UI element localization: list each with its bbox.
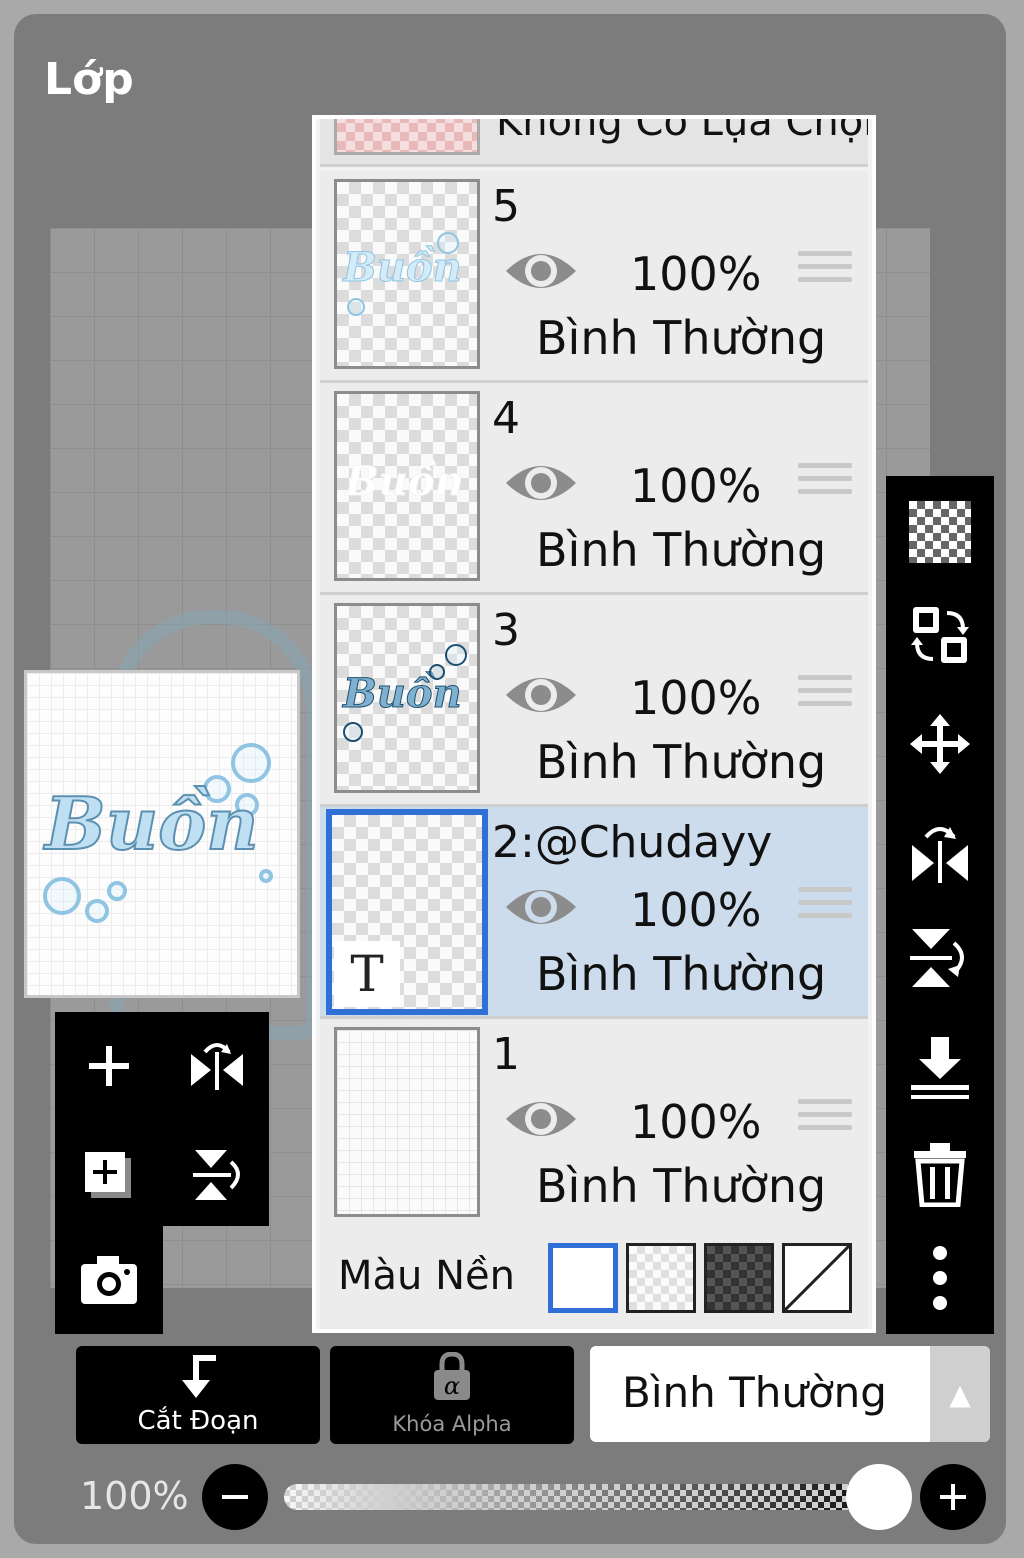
svg-text:α: α — [444, 1372, 460, 1400]
flip-horizontal-icon[interactable] — [163, 1012, 271, 1120]
preview-art-text: Buồn — [44, 780, 260, 867]
text-layer-badge: T — [334, 941, 400, 1007]
thumbnail-art: Buồn — [343, 670, 463, 718]
layer-name: 2:@Chudayy — [492, 817, 773, 868]
bubble-shape — [343, 722, 363, 742]
selection-layer-thumbnail — [334, 119, 480, 155]
blend-mode-value: Bình Thường — [622, 1368, 887, 1417]
layer-thumbnail: T — [326, 809, 488, 1015]
selection-layer-label: Không Có Lựa Chọn — [496, 119, 868, 145]
background-none-swatch[interactable] — [782, 1243, 852, 1313]
plus-icon — [940, 1484, 966, 1510]
bubble-shape — [259, 869, 273, 883]
visibility-eye-icon[interactable] — [504, 1095, 578, 1143]
alpha-lock-button[interactable]: α Khóa Alpha — [330, 1346, 574, 1444]
layer-blend-mode: Bình Thường — [536, 947, 827, 1001]
background-dark-checker-swatch[interactable] — [704, 1243, 774, 1313]
drag-handle-icon[interactable] — [798, 1099, 852, 1143]
swap-layers-icon[interactable] — [886, 584, 994, 688]
panel-title: Lớp — [44, 54, 134, 105]
drag-handle-icon[interactable] — [798, 675, 852, 719]
layer-blend-mode: Bình Thường — [536, 1159, 827, 1213]
drag-handle-icon[interactable] — [798, 887, 852, 931]
more-icon[interactable] — [886, 1226, 994, 1330]
background-light-checker-swatch[interactable] — [626, 1243, 696, 1313]
rotate-flip-vertical-icon[interactable] — [886, 906, 994, 1010]
bubble-shape — [445, 644, 467, 666]
camera-icon[interactable] — [55, 1226, 163, 1334]
bubble-shape — [43, 877, 81, 915]
selection-layer-row[interactable]: Không Có Lựa Chọn — [320, 119, 868, 167]
layer-list: Không Có Lựa Chọn Buồn 5 100% Bình Thườn… — [312, 115, 876, 1333]
minus-icon — [222, 1495, 248, 1499]
opacity-decrease-button[interactable] — [202, 1464, 268, 1530]
left-toolbar-bottom — [55, 1226, 163, 1334]
chevron-up-icon: ▲ — [930, 1346, 990, 1442]
opacity-slider-knob[interactable] — [846, 1464, 912, 1530]
trash-icon[interactable] — [886, 1122, 994, 1226]
background-color-label: Màu Nền — [338, 1253, 515, 1299]
layer-thumbnail: Buồn — [334, 603, 480, 793]
alpha-lock-label: Khóa Alpha — [392, 1412, 512, 1436]
opacity-value: 100% — [80, 1474, 189, 1518]
thumbnail-art: Buồn — [345, 458, 465, 506]
visibility-eye-icon[interactable] — [504, 671, 578, 719]
layer-opacity: 100% — [630, 671, 762, 725]
blend-mode-select[interactable]: Bình Thường ▲ — [590, 1346, 990, 1442]
clip-arrow-icon — [182, 1355, 216, 1398]
layer-opacity: 100% — [630, 247, 762, 301]
layer-opacity: 100% — [630, 883, 762, 937]
rotate-flip-horizontal-icon[interactable] — [886, 800, 994, 904]
layer-row-selected[interactable]: T 2:@Chudayy 100% Bình Thường — [320, 807, 868, 1019]
bubble-shape — [85, 899, 109, 923]
bubble-shape — [107, 881, 127, 901]
layer-blend-mode: Bình Thường — [536, 311, 827, 365]
layer-name: 4 — [492, 393, 520, 444]
layer-name: 5 — [492, 181, 520, 232]
layer-row[interactable]: Buồn 3 100% Bình Thường — [320, 595, 868, 807]
merge-down-icon[interactable] — [886, 1016, 994, 1120]
layer-name: 3 — [492, 605, 520, 656]
add-layer-icon[interactable] — [55, 1012, 163, 1120]
drag-handle-icon[interactable] — [798, 463, 852, 507]
opacity-increase-button[interactable] — [920, 1464, 986, 1530]
layer-thumbnail — [334, 1027, 480, 1217]
bubble-shape — [429, 664, 445, 680]
canvas-preview[interactable]: Buồn — [24, 670, 300, 998]
bubble-shape — [347, 298, 365, 316]
clipping-button[interactable]: Cắt Đoạn — [76, 1346, 320, 1444]
visibility-eye-icon[interactable] — [504, 247, 578, 295]
layer-thumbnail: Buồn — [334, 391, 480, 581]
layer-opacity: 100% — [630, 459, 762, 513]
layer-row[interactable]: 1 100% Bình Thường — [320, 1019, 868, 1231]
transparency-icon[interactable] — [886, 480, 994, 584]
move-icon[interactable] — [886, 692, 994, 796]
flip-vertical-icon[interactable] — [163, 1120, 271, 1228]
opacity-slider-track[interactable] — [284, 1484, 884, 1510]
layer-name: 1 — [492, 1029, 520, 1080]
background-white-swatch[interactable] — [548, 1243, 618, 1313]
bubble-shape — [437, 232, 459, 254]
layer-blend-mode: Bình Thường — [536, 523, 827, 577]
lock-icon: α — [434, 1352, 470, 1400]
drag-handle-icon[interactable] — [798, 251, 852, 295]
clipping-label: Cắt Đoạn — [137, 1406, 259, 1436]
bubble-shape — [231, 743, 271, 783]
layer-blend-mode: Bình Thường — [536, 735, 827, 789]
right-toolbar — [886, 476, 994, 1334]
layer-row[interactable]: Buồn 4 100% Bình Thường — [320, 383, 868, 595]
visibility-eye-icon[interactable] — [504, 459, 578, 507]
layer-thumbnail: Buồn — [334, 179, 480, 369]
layer-row[interactable]: Buồn 5 100% Bình Thường — [320, 171, 868, 383]
visibility-eye-icon[interactable] — [504, 883, 578, 931]
left-toolbar — [55, 1012, 269, 1226]
background-color-row: Màu Nền — [320, 1223, 868, 1329]
add-copy-layer-icon[interactable] — [55, 1120, 163, 1228]
app-screen: Lớp Buồn Không Có Lựa Chọn Buồn 5 100% B… — [0, 0, 1024, 1558]
layer-opacity: 100% — [630, 1095, 762, 1149]
